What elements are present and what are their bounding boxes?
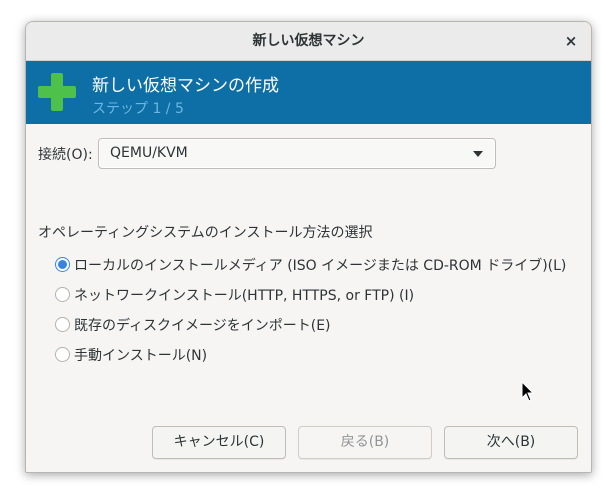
radio-button[interactable] <box>55 317 70 332</box>
radio-import-disk[interactable]: 既存のディスクイメージをインポート(E) <box>55 314 585 336</box>
radio-label: 手動インストール(N) <box>74 348 208 364</box>
cancel-button[interactable]: キャンセル(C) <box>152 426 286 459</box>
new-vm-dialog: 新しい仮想マシン × 新しい仮想マシンの作成 ステップ 1 / 5 接続(O):… <box>25 21 592 473</box>
radio-manual-install[interactable]: 手動インストール(N) <box>55 344 585 366</box>
radio-button[interactable] <box>55 287 70 302</box>
close-icon: × <box>564 32 578 50</box>
plus-icon <box>37 72 77 112</box>
next-button[interactable]: 次へ(B) <box>444 426 578 459</box>
step-indicator: ステップ 1 / 5 <box>92 101 184 117</box>
radio-network-install[interactable]: ネットワークインストール(HTTP, HTTPS, or FTP) (I) <box>55 284 585 306</box>
close-button[interactable]: × <box>561 31 581 51</box>
radio-button-checked[interactable] <box>55 257 70 272</box>
chevron-down-icon <box>473 151 483 157</box>
radio-label: ローカルのインストールメディア (ISO イメージまたは CD-ROM ドライブ… <box>74 258 567 274</box>
mouse-pointer-icon <box>521 381 535 402</box>
radio-local-media[interactable]: ローカルのインストールメディア (ISO イメージまたは CD-ROM ドライブ… <box>55 254 585 276</box>
banner-title: 新しい仮想マシンの作成 <box>92 76 279 96</box>
window-title: 新しい仮想マシン <box>252 33 365 49</box>
connection-value: QEMU/KVM <box>110 145 188 161</box>
back-button[interactable]: 戻る(B) <box>298 426 432 459</box>
install-method-heading: オペレーティングシステムのインストール方法の選択 <box>38 225 373 241</box>
radio-label: 既存のディスクイメージをインポート(E) <box>74 318 331 334</box>
radio-label: ネットワークインストール(HTTP, HTTPS, or FTP) (I) <box>74 288 415 304</box>
connection-dropdown[interactable]: QEMU/KVM <box>98 138 496 169</box>
connection-label: 接続(O): <box>38 147 93 163</box>
radio-button[interactable] <box>55 347 70 362</box>
header-banner: 新しい仮想マシンの作成 ステップ 1 / 5 <box>26 61 591 124</box>
titlebar[interactable]: 新しい仮想マシン × <box>26 22 591 61</box>
